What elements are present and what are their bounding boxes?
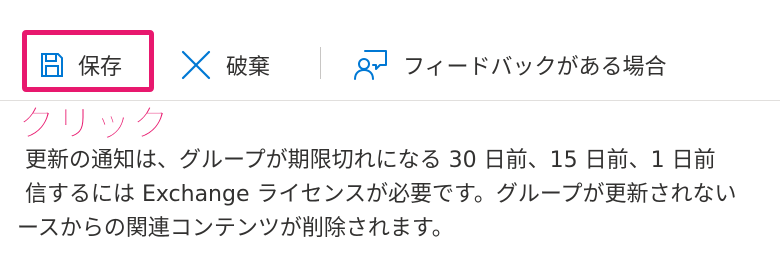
description-line: ースからの関連コンテンツが削除されます。: [17, 216, 454, 241]
description-line: 更新の通知は、グループが期限切れになる 30 日前、15 日前、1 日前: [25, 148, 716, 173]
click-annotation: クリック: [18, 102, 170, 146]
renewal-description: 更新の通知は、グループが期限切れになる 30 日前、15 日前、1 日前 信する…: [17, 144, 780, 246]
save-highlight-box: [22, 30, 154, 92]
toolbar-divider: [320, 47, 321, 79]
description-line: 信するには Exchange ライセンスが必要です。グループが更新されない: [25, 182, 737, 207]
discard-button[interactable]: 破棄: [180, 44, 270, 86]
feedback-button-label: フィードバックがある場合: [403, 55, 667, 80]
feedback-button[interactable]: フィードバックがある場合: [353, 44, 667, 86]
feedback-icon: [353, 49, 389, 81]
discard-icon: [180, 49, 212, 81]
discard-button-label: 破棄: [226, 55, 271, 80]
